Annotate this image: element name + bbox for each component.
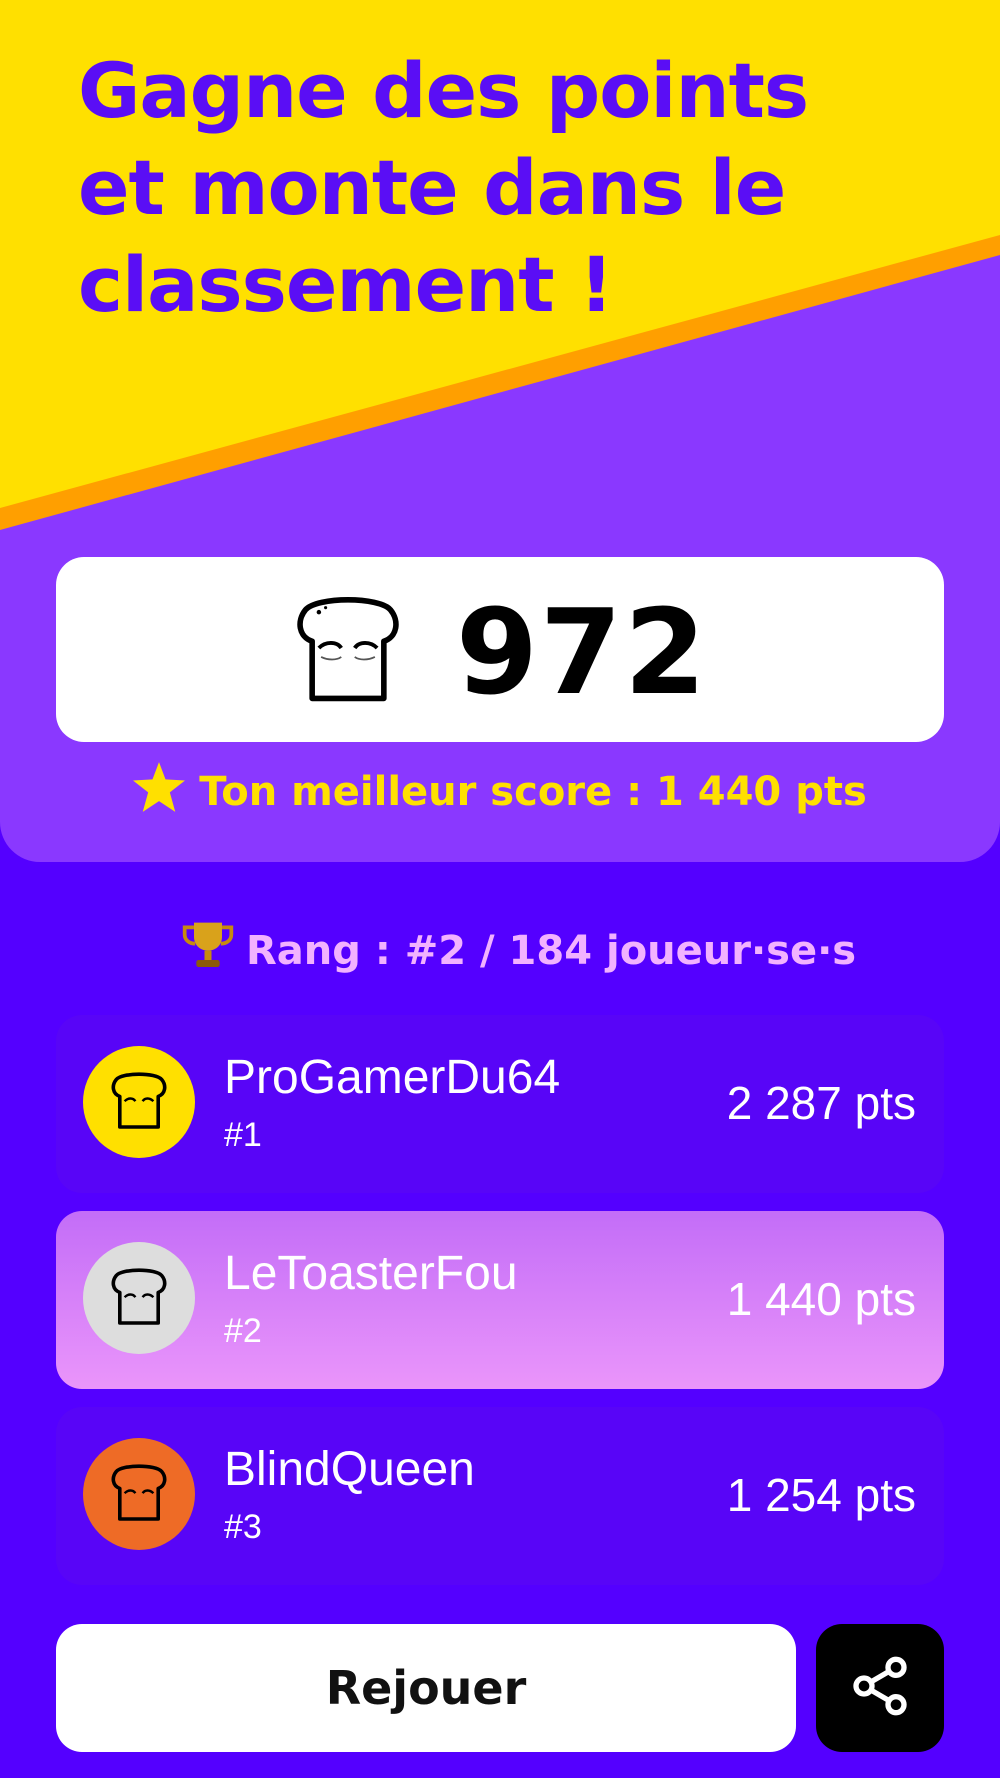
page-title: Gagne des points et monte dans le classe… [78, 42, 978, 333]
player-points: 2 287 pts [726, 1077, 916, 1129]
share-button[interactable] [816, 1624, 944, 1752]
best-score-label: Ton meilleur score : 1 440 pts [199, 769, 867, 815]
player-name: BlindQueen [224, 1443, 475, 1496]
title-line-1: Gagne des points [78, 46, 809, 135]
title-line-2: et monte dans le [78, 143, 786, 232]
avatar [83, 1046, 195, 1158]
star-icon [133, 762, 186, 822]
player-rank: #3 [224, 1508, 262, 1546]
toast-icon [109, 1070, 169, 1134]
player-rank: #2 [224, 1312, 262, 1350]
rank-label: Rang : #2 / 184 joueur·se·s [246, 928, 857, 974]
leaderboard-row[interactable]: BlindQueen #3 1 254 pts [56, 1407, 944, 1585]
player-points: 1 254 pts [726, 1469, 916, 1521]
toast-icon [292, 592, 404, 708]
rank-line: Rang : #2 / 184 joueur·se·s [180, 918, 856, 984]
avatar [83, 1242, 195, 1354]
score-card: 972 [56, 557, 944, 742]
avatar [83, 1438, 195, 1550]
player-name: ProGamerDu64 [224, 1051, 561, 1104]
leaderboard-row-current-player[interactable]: LeToasterFou #2 1 440 pts [56, 1211, 944, 1389]
replay-button[interactable]: Rejouer [56, 1624, 796, 1752]
trophy-icon [180, 918, 236, 984]
share-icon [848, 1654, 912, 1722]
title-line-3: classement ! [78, 240, 614, 329]
best-score: Ton meilleur score : 1 440 pts [0, 762, 1000, 822]
current-score: 972 [455, 582, 709, 721]
toast-icon [109, 1462, 169, 1526]
hero-panel: Gagne des points et monte dans le classe… [0, 0, 1000, 862]
player-name: LeToasterFou [224, 1247, 518, 1300]
leaderboard: ProGamerDu64 #1 2 287 pts LeToasterFou #… [56, 1015, 944, 1603]
player-points: 1 440 pts [726, 1273, 916, 1325]
toast-icon [109, 1266, 169, 1330]
leaderboard-row[interactable]: ProGamerDu64 #1 2 287 pts [56, 1015, 944, 1193]
player-rank: #1 [224, 1116, 262, 1154]
